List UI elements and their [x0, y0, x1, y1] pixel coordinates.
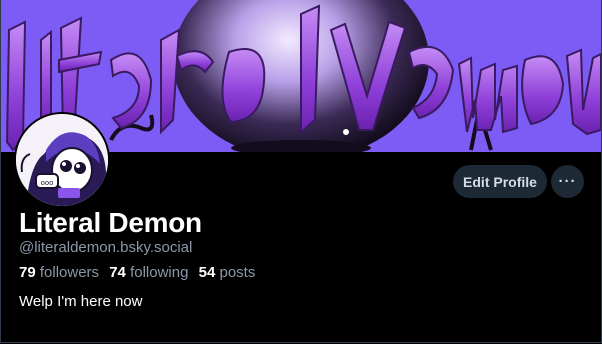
posts-label: posts: [219, 264, 256, 281]
ellipsis-icon: ···: [558, 173, 577, 190]
followers-link[interactable]: 79 followers: [19, 264, 99, 281]
followers-count: 79: [19, 264, 36, 281]
profile-avatar[interactable]: ooo: [14, 112, 110, 208]
followers-label: followers: [39, 264, 100, 281]
posts-count: 54: [198, 264, 216, 281]
posts-stat: 54 posts: [199, 264, 256, 281]
profile-bio: Welp I'm here now: [19, 293, 143, 310]
following-count: 74: [109, 264, 126, 281]
profile-page: ooo Edit Profile ··· Literal Demon @lite…: [0, 0, 602, 343]
more-options-button[interactable]: ···: [551, 165, 584, 198]
demon-character-avatar-icon: ooo: [16, 114, 108, 206]
profile-stats: 79 followers 74 following 54 posts: [19, 263, 255, 283]
display-name: Literal Demon: [19, 207, 202, 238]
svg-text:ooo: ooo: [41, 179, 54, 187]
profile-handle: @literaldemon.bsky.social: [19, 239, 193, 256]
edit-profile-button[interactable]: Edit Profile: [453, 165, 547, 198]
following-link[interactable]: 74 following: [109, 264, 188, 281]
following-label: following: [130, 264, 189, 281]
